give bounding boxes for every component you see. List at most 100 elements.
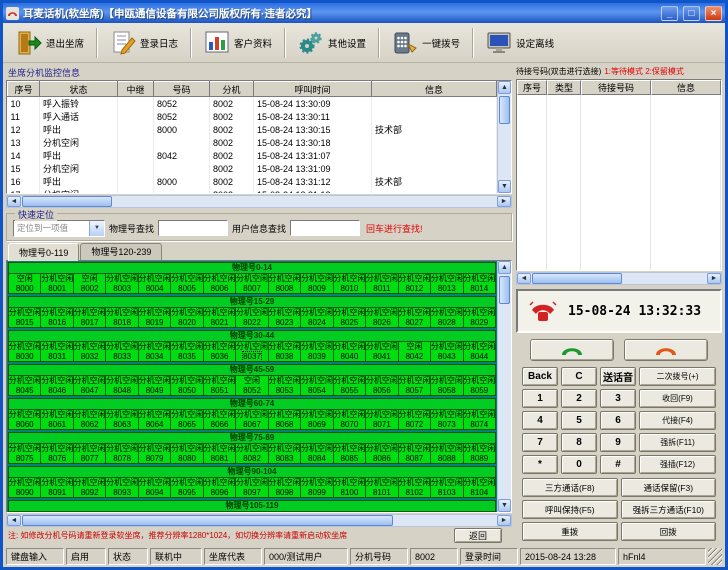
extension-cell[interactable]: 分机空闲8009 — [301, 273, 333, 294]
keypad-button[interactable]: 6 — [600, 411, 636, 430]
keypad-button[interactable]: 9 — [600, 433, 636, 452]
keypad-button[interactable]: Back — [522, 367, 558, 386]
extension-cell[interactable]: 分机空闲8082 — [236, 443, 268, 464]
extension-cell[interactable]: 分机空闲8076 — [41, 443, 73, 464]
grid-horizontal-scrollbar[interactable]: ◄ ► — [6, 514, 512, 527]
extension-cell[interactable]: 分机空闲8006 — [204, 273, 236, 294]
extension-cell[interactable]: 分机空闲8100 — [334, 477, 366, 498]
physical-search-input[interactable] — [158, 220, 228, 236]
extension-cell[interactable]: 空闲8042 — [399, 341, 431, 362]
exit-seat-button[interactable]: 退出坐席 — [9, 27, 91, 59]
extension-cell[interactable]: 分机空闲8027 — [399, 307, 431, 328]
monitor-column-header[interactable]: 状态 — [40, 82, 118, 97]
answer-button[interactable] — [530, 339, 614, 361]
keypad-button[interactable]: 1 — [522, 389, 558, 408]
keypad-button[interactable]: 代接(F4) — [639, 411, 716, 430]
extension-cell[interactable]: 空闲8000 — [8, 273, 41, 294]
monitor-row[interactable]: 15分机空闲800215-08-24 13:31:09 — [8, 162, 497, 175]
extension-cell[interactable]: 分机空闲8087 — [399, 443, 431, 464]
extension-cell[interactable]: 分机空闲8073 — [431, 409, 463, 430]
extension-cell[interactable]: 分机空闲8063 — [106, 409, 138, 430]
extension-cell[interactable]: 分机空闲8028 — [431, 307, 463, 328]
monitor-column-header[interactable]: 中继 — [118, 82, 154, 97]
extension-cell[interactable]: 空闲8052 — [236, 375, 268, 396]
scroll-thumb[interactable] — [22, 196, 112, 207]
extension-cell[interactable]: 分机空闲8031 — [41, 341, 73, 362]
extension-cell[interactable]: 分机空闲8008 — [269, 273, 301, 294]
extension-cell[interactable]: 分机空闲8021 — [204, 307, 236, 328]
extension-cell[interactable]: 分机空闲8064 — [139, 409, 171, 430]
monitor-row[interactable]: 10呼入振铃8052800215-08-24 13:30:09 — [8, 97, 497, 111]
extension-cell[interactable]: 分机空闲8024 — [301, 307, 333, 328]
extension-cell[interactable]: 分机空闲8034 — [139, 341, 171, 362]
scroll-thumb[interactable] — [499, 276, 510, 304]
extension-cell[interactable]: 分机空闲8102 — [399, 477, 431, 498]
extension-cell[interactable]: 分机空闲8050 — [171, 375, 203, 396]
extension-cell[interactable]: 分机空闲8015 — [8, 307, 41, 328]
extension-cell[interactable]: 分机空闲8105 — [8, 511, 41, 512]
extension-cell[interactable]: 分机空闲8029 — [464, 307, 496, 328]
extension-cell[interactable]: 分机空闲8115 — [334, 511, 366, 512]
waiting-table[interactable]: 序号类型待接号码信息 — [516, 79, 722, 271]
extension-cell[interactable]: 分机空闲8081 — [204, 443, 236, 464]
close-button[interactable]: × — [705, 6, 722, 21]
extension-cell[interactable]: 分机空闲8026 — [366, 307, 398, 328]
extension-cell[interactable]: 分机空闲8018 — [106, 307, 138, 328]
extension-cell[interactable]: 分机空闲8004 — [139, 273, 171, 294]
extension-cell[interactable]: 分机空闲8025 — [334, 307, 366, 328]
extension-cell[interactable]: 分机空闲8033 — [106, 341, 138, 362]
waiting-column-header[interactable]: 类型 — [547, 80, 581, 95]
waiting-column-header[interactable]: 序号 — [517, 80, 547, 95]
extension-cell[interactable]: 分机空闲8016 — [41, 307, 73, 328]
back-button[interactable]: 返回 — [454, 528, 502, 543]
extension-cell[interactable]: 分机空闲8096 — [204, 477, 236, 498]
keypad-button[interactable]: 4 — [522, 411, 558, 430]
extension-cell[interactable]: 分机空闲8104 — [464, 477, 496, 498]
extension-cell[interactable]: 分机空闲8005 — [171, 273, 203, 294]
scroll-up-button[interactable]: ▲ — [498, 261, 511, 274]
extension-cell[interactable]: 分机空闲8032 — [74, 341, 106, 362]
extension-cell[interactable]: 分机空闲8020 — [171, 307, 203, 328]
extension-cell[interactable]: 分机空闲8111 — [204, 511, 236, 512]
extension-cell[interactable]: 分机空闲8041 — [366, 341, 398, 362]
extension-cell[interactable]: 分机空闲8083 — [269, 443, 301, 464]
extension-cell[interactable]: 分机空闲8022 — [236, 307, 268, 328]
extension-cell[interactable]: 分机空闲8097 — [236, 477, 268, 498]
extension-cell[interactable]: 分机空闲8067 — [236, 409, 268, 430]
extension-cell[interactable]: 分机空闲8023 — [269, 307, 301, 328]
extension-cell[interactable]: 分机空闲8039 — [301, 341, 333, 362]
customer-info-button[interactable]: 客户资料 — [197, 27, 279, 59]
monitor-row[interactable]: 13分机空闲800215-08-24 13:30:18 — [8, 136, 497, 149]
phone-function-button[interactable]: 强拆三方通话(F10) — [621, 500, 717, 519]
monitor-row[interactable]: 14呼出8042800215-08-24 13:31:07 — [8, 149, 497, 162]
extension-cell[interactable]: 分机空闲8088 — [431, 443, 463, 464]
extension-cell[interactable]: 分机空闲8092 — [74, 477, 106, 498]
extension-cell[interactable]: 分机空闲8001 — [41, 273, 73, 294]
extension-cell[interactable]: 分机空闲8007 — [236, 273, 268, 294]
extension-cell[interactable]: 分机空闲8010 — [334, 273, 366, 294]
scroll-up-button[interactable]: ▲ — [498, 81, 511, 94]
keypad-button[interactable]: 送话音 — [600, 367, 636, 386]
keypad-button[interactable]: 2 — [561, 389, 597, 408]
extension-cell[interactable]: 分机空闲8038 — [269, 341, 301, 362]
extension-cell[interactable]: 分机空闲8085 — [334, 443, 366, 464]
extension-cell[interactable]: 分机空闲8047 — [74, 375, 106, 396]
extension-cell[interactable]: 分机空闲8094 — [139, 477, 171, 498]
extension-cell[interactable]: 分机空闲8044 — [464, 341, 496, 362]
extension-cell[interactable]: 分机空闲8003 — [106, 273, 138, 294]
scroll-left-button[interactable]: ◄ — [517, 273, 531, 284]
extension-cell[interactable]: 分机空闲8012 — [399, 273, 431, 294]
extension-cell[interactable]: 分机空闲8089 — [464, 443, 496, 464]
extension-cell[interactable]: 分机空闲8077 — [74, 443, 106, 464]
extension-cell[interactable]: 分机空闲8056 — [366, 375, 398, 396]
monitor-column-header[interactable]: 分机 — [210, 82, 254, 97]
extension-cell[interactable]: 分机空闲8060 — [8, 409, 41, 430]
extension-cell[interactable]: 分机空闲8106 — [41, 511, 73, 512]
keypad-button[interactable]: 强拆(F11) — [639, 433, 716, 452]
tab-物理号120-239[interactable]: 物理号120-239 — [80, 243, 162, 260]
scroll-right-button[interactable]: ► — [497, 196, 511, 207]
other-settings-button[interactable]: 其他设置 — [291, 27, 373, 59]
monitor-row[interactable]: 17分机空闲800215-08-24 13:31:13 — [8, 188, 497, 193]
extension-cell[interactable]: 分机空闲8113 — [269, 511, 301, 512]
extension-cell[interactable]: 分机空闲8030 — [8, 341, 41, 362]
